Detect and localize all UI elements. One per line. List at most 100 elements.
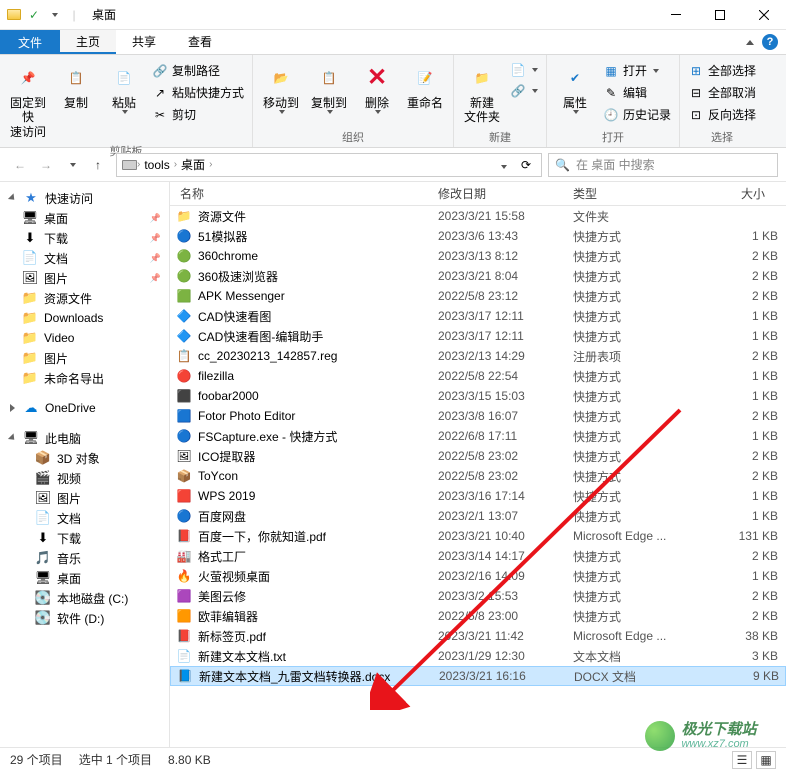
- rows[interactable]: 📁资源文件2023/3/21 15:58文件夹🔵51模拟器2023/3/6 13…: [170, 206, 786, 747]
- open-button[interactable]: ▦打开: [599, 60, 675, 81]
- table-row[interactable]: 🔵百度网盘2023/2/1 13:07快捷方式1 KB: [170, 506, 786, 526]
- file-size: 2 KB: [718, 269, 778, 283]
- table-row[interactable]: 🟢360chrome2023/3/13 8:12快捷方式2 KB: [170, 246, 786, 266]
- pin-quickaccess-button[interactable]: 📌 固定到快 速访问: [4, 60, 52, 141]
- table-row[interactable]: 🔷CAD快速看图-编辑助手2023/3/17 12:11快捷方式1 KB: [170, 326, 786, 346]
- table-row[interactable]: 🔵FSCapture.exe - 快捷方式2022/6/8 17:11快捷方式1…: [170, 426, 786, 446]
- col-size[interactable]: 大小: [712, 185, 772, 202]
- table-row[interactable]: 🟥WPS 20192023/3/16 17:14快捷方式1 KB: [170, 486, 786, 506]
- invert-button[interactable]: ⊡反向选择: [684, 104, 760, 125]
- tab-view[interactable]: 查看: [172, 30, 228, 54]
- paste-button[interactable]: 📄 粘贴: [100, 60, 148, 116]
- sidebar-thispc[interactable]: 🖥此电脑: [0, 428, 169, 448]
- table-row[interactable]: 📁资源文件2023/3/21 15:58文件夹: [170, 206, 786, 226]
- col-type[interactable]: 类型: [567, 185, 712, 202]
- chevron-right-icon[interactable]: ›: [209, 159, 212, 170]
- sidebar-item[interactable]: 📦3D 对象: [0, 448, 169, 468]
- table-row[interactable]: 🔷CAD快速看图2023/3/17 12:11快捷方式1 KB: [170, 306, 786, 326]
- sidebar-item[interactable]: 🖼图片: [0, 488, 169, 508]
- sidebar-item[interactable]: 📁资源文件: [0, 288, 169, 308]
- refresh-button[interactable]: ⟳: [515, 158, 537, 172]
- sidebar-item[interactable]: 📄文档: [0, 248, 169, 268]
- sidebar-item[interactable]: 📁Downloads: [0, 308, 169, 328]
- expand-icon[interactable]: [10, 404, 15, 412]
- sidebar-item[interactable]: 📁未命名导出: [0, 368, 169, 388]
- sidebar-item[interactable]: 💽本地磁盘 (C:): [0, 588, 169, 608]
- table-row[interactable]: 📘新建文本文档_九雷文档转换器.docx2023/3/21 16:16DOCX …: [170, 666, 786, 686]
- tab-file[interactable]: 文件: [0, 30, 60, 54]
- column-headers[interactable]: 名称 修改日期 类型 大小: [170, 182, 786, 206]
- sidebar[interactable]: ★快速访问 🖥桌面⬇下载📄文档🖼图片📁资源文件📁Downloads📁Video📁…: [0, 182, 170, 747]
- table-row[interactable]: 🔴filezilla2022/5/8 22:54快捷方式1 KB: [170, 366, 786, 386]
- sidebar-item[interactable]: 🎬视频: [0, 468, 169, 488]
- table-row[interactable]: ⬛foobar20002023/3/15 15:03快捷方式1 KB: [170, 386, 786, 406]
- copyto-button[interactable]: 📋复制到: [305, 60, 353, 116]
- edit-button[interactable]: ✎编辑: [599, 82, 675, 103]
- newitem-button[interactable]: 📄: [506, 60, 542, 80]
- table-row[interactable]: 🟢360极速浏览器2023/3/21 8:04快捷方式2 KB: [170, 266, 786, 286]
- sidebar-item[interactable]: 📄文档: [0, 508, 169, 528]
- tab-share[interactable]: 共享: [116, 30, 172, 54]
- table-row[interactable]: 📕百度一下，你就知道.pdf2023/3/21 10:40Microsoft E…: [170, 526, 786, 546]
- table-row[interactable]: 🟧欧菲编辑器2022/5/8 23:00快捷方式2 KB: [170, 606, 786, 626]
- sidebar-onedrive[interactable]: ☁OneDrive: [0, 398, 169, 418]
- newfolder-button[interactable]: 📁新建 文件夹: [458, 60, 506, 127]
- sidebar-item[interactable]: 🖥桌面: [0, 208, 169, 228]
- history-button[interactable]: 🕘历史记录: [599, 104, 675, 125]
- close-button[interactable]: [742, 0, 786, 30]
- collapse-ribbon-icon[interactable]: [746, 40, 754, 45]
- table-row[interactable]: 🏭格式工厂2023/3/14 14:17快捷方式2 KB: [170, 546, 786, 566]
- delete-button[interactable]: ✕删除: [353, 60, 401, 116]
- sidebar-item[interactable]: 💽软件 (D:): [0, 608, 169, 628]
- sidebar-item[interactable]: 📁图片: [0, 348, 169, 368]
- tab-home[interactable]: 主页: [60, 30, 116, 54]
- forward-button[interactable]: →: [34, 153, 58, 177]
- table-row[interactable]: 🟩APK Messenger2022/5/8 23:12快捷方式2 KB: [170, 286, 786, 306]
- selectall-button[interactable]: ⊞全部选择: [684, 60, 760, 81]
- expand-icon[interactable]: [8, 193, 17, 202]
- col-name[interactable]: 名称: [170, 185, 432, 202]
- up-button[interactable]: ↑: [86, 153, 110, 177]
- easyaccess-button[interactable]: 🔗: [506, 81, 542, 101]
- table-row[interactable]: 🟪美图云修2023/3/2 15:53快捷方式2 KB: [170, 586, 786, 606]
- search-input[interactable]: 🔍 在 桌面 中搜索: [548, 153, 778, 177]
- minimize-button[interactable]: [654, 0, 698, 30]
- check-icon[interactable]: ✓: [26, 7, 42, 23]
- back-button[interactable]: ←: [8, 153, 32, 177]
- table-row[interactable]: 📦ToYcon2022/5/8 23:02快捷方式2 KB: [170, 466, 786, 486]
- recent-dropdown[interactable]: [60, 153, 84, 177]
- expand-icon[interactable]: [8, 433, 17, 442]
- table-row[interactable]: 🔥火萤视频桌面2023/2/16 14:09快捷方式1 KB: [170, 566, 786, 586]
- qat-dropdown[interactable]: [46, 7, 62, 23]
- moveto-button[interactable]: 📂移动到: [257, 60, 305, 116]
- sidebar-item[interactable]: 🖼图片: [0, 268, 169, 288]
- sidebar-item[interactable]: 🖥桌面: [0, 568, 169, 588]
- copypath-button[interactable]: 🔗复制路径: [148, 60, 248, 81]
- cut-button[interactable]: ✂剪切: [148, 104, 248, 125]
- properties-button[interactable]: ✔属性: [551, 60, 599, 116]
- sidebar-item[interactable]: ⬇下载: [0, 228, 169, 248]
- pasteshortcut-button[interactable]: ↗粘贴快捷方式: [148, 82, 248, 103]
- sidebar-quickaccess[interactable]: ★快速访问: [0, 188, 169, 208]
- sidebar-item[interactable]: 🎵音乐: [0, 548, 169, 568]
- table-row[interactable]: 🟦Fotor Photo Editor2023/3/8 16:07快捷方式2 K…: [170, 406, 786, 426]
- col-date[interactable]: 修改日期: [432, 185, 567, 202]
- file-date: 2023/3/21 16:16: [439, 669, 574, 683]
- breadcrumb-seg[interactable]: tools: [140, 158, 173, 172]
- sidebar-item[interactable]: ⬇下载: [0, 528, 169, 548]
- copy-button[interactable]: 📋 复制: [52, 60, 100, 112]
- maximize-button[interactable]: [698, 0, 742, 30]
- help-icon[interactable]: ?: [762, 34, 778, 50]
- table-row[interactable]: 🖼ICO提取器2022/5/8 23:02快捷方式2 KB: [170, 446, 786, 466]
- table-row[interactable]: 📋cc_20230213_142857.reg2023/2/13 14:29注册…: [170, 346, 786, 366]
- rename-button[interactable]: 📝重命名: [401, 60, 449, 112]
- selectnone-button[interactable]: ⊟全部取消: [684, 82, 760, 103]
- table-row[interactable]: 🔵51模拟器2023/3/6 13:43快捷方式1 KB: [170, 226, 786, 246]
- table-row[interactable]: 📄新建文本文档.txt2023/1/29 12:30文本文档3 KB: [170, 646, 786, 666]
- sidebar-item[interactable]: 📁Video: [0, 328, 169, 348]
- file-type: 快捷方式: [573, 388, 718, 405]
- address-bar[interactable]: › tools › 桌面 › ⟳: [116, 153, 542, 177]
- breadcrumb-seg[interactable]: 桌面: [177, 156, 209, 173]
- table-row[interactable]: 📕新标签页.pdf2023/3/21 11:42Microsoft Edge .…: [170, 626, 786, 646]
- addr-dropdown[interactable]: [493, 158, 513, 172]
